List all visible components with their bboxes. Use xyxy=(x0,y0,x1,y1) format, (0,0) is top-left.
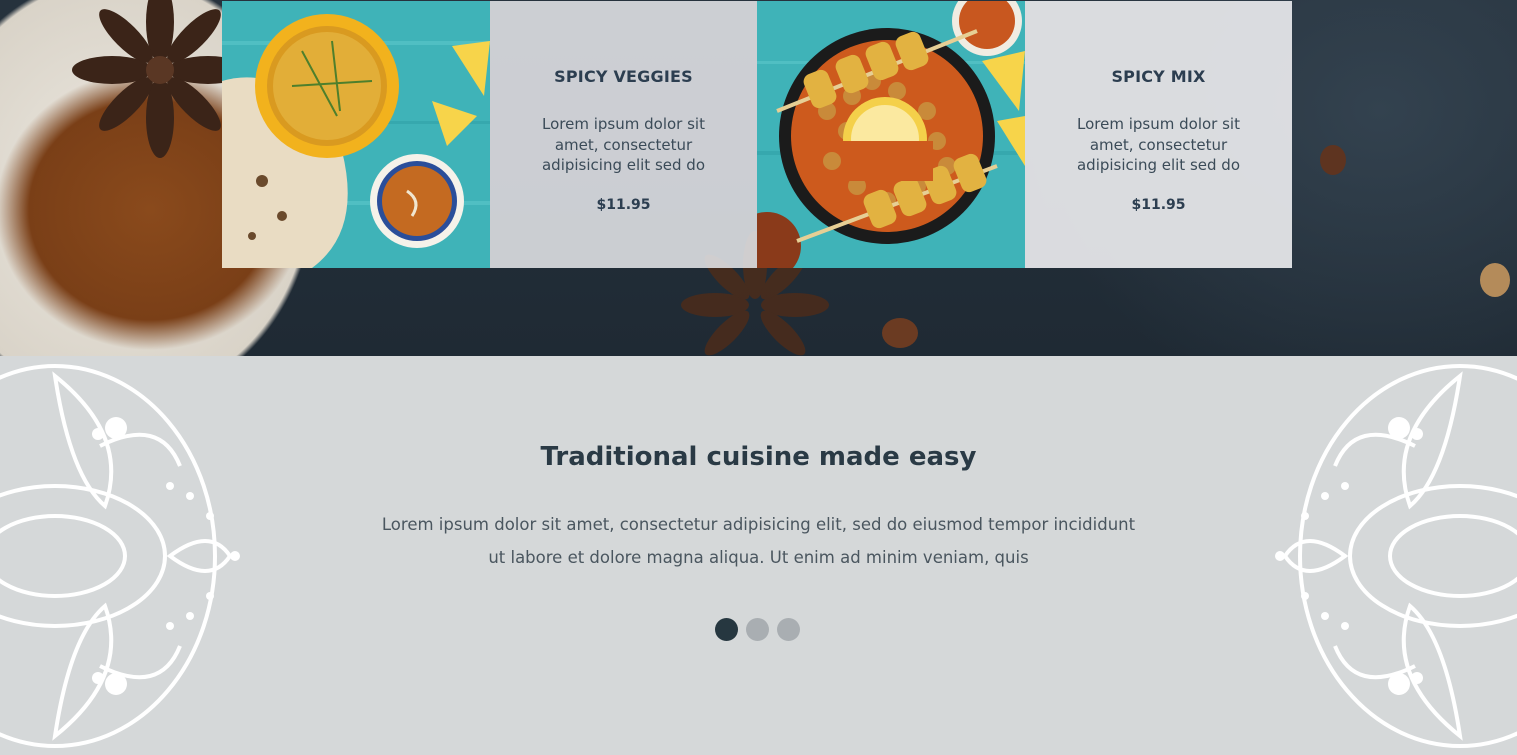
about-section: Traditional cuisine made easy Lorem ipsu… xyxy=(0,356,1517,755)
mandala-right-decoration xyxy=(1275,364,1517,748)
slider-dot-3[interactable] xyxy=(777,618,800,641)
chickpea-skewer-photo xyxy=(757,1,1025,268)
menu-card-spicy-mix[interactable]: SPICY MIX Lorem ipsum dolor sit amet, co… xyxy=(1025,1,1292,268)
section-heading: Traditional cuisine made easy xyxy=(540,442,977,472)
menu-item-description: Lorem ipsum dolor sit amet, consectetur … xyxy=(541,115,705,174)
slider-dot-2[interactable] xyxy=(746,618,769,641)
menu-cards-row: SPICY VEGGIES Lorem ipsum dolor sit amet… xyxy=(222,1,1292,268)
slider-pagination xyxy=(715,618,800,641)
menu-item-description: Lorem ipsum dolor sit amet, consectetur … xyxy=(1076,115,1240,174)
menu-item-title: SPICY MIX xyxy=(1111,67,1206,86)
menu-item-price: $11.95 xyxy=(596,196,651,213)
section-description: Lorem ipsum dolor sit amet, consectetur … xyxy=(381,515,1136,567)
mandala-left-decoration xyxy=(0,364,240,748)
rice-bowl-photo xyxy=(222,1,490,268)
menu-item-price: $11.95 xyxy=(1131,196,1186,213)
menu-item-title: SPICY VEGGIES xyxy=(554,67,693,86)
menu-card-spicy-veggies[interactable]: SPICY VEGGIES Lorem ipsum dolor sit amet… xyxy=(490,1,757,268)
slider-dot-1[interactable] xyxy=(715,618,738,641)
hero-band: SPICY VEGGIES Lorem ipsum dolor sit amet… xyxy=(0,0,1517,356)
